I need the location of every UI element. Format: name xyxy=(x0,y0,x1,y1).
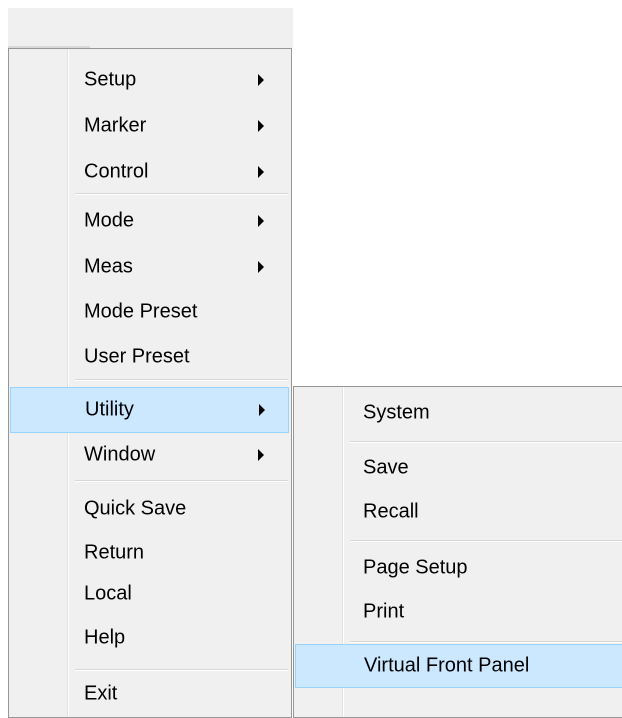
menu-item-setup[interactable]: Setup xyxy=(10,57,289,103)
submenu-separator xyxy=(350,540,622,542)
submenu-item-save[interactable]: Save xyxy=(295,446,622,490)
submenu-arrow-icon xyxy=(258,120,264,132)
menu-item-label: Local xyxy=(84,582,132,605)
menu-item-label: Help xyxy=(84,626,126,649)
submenu-item-virtual-front-panel[interactable]: Virtual Front Panel xyxy=(295,644,622,688)
utility-submenu: System Save Recall Page Setup Print Virt… xyxy=(293,386,622,718)
menu-item-label: Quick Save xyxy=(84,497,187,520)
menu-item-label: Return xyxy=(84,541,145,564)
submenu-item-system[interactable]: System xyxy=(295,391,622,435)
submenu-arrow-icon xyxy=(258,166,264,178)
submenu-item-label: Virtual Front Panel xyxy=(364,654,530,677)
menu-item-label: Mode xyxy=(84,209,135,232)
submenu-item-label: Page Setup xyxy=(363,556,468,579)
menu-item-label: Mode Preset xyxy=(84,300,198,323)
submenu-arrow-icon xyxy=(259,404,265,416)
menu-item-label: User Preset xyxy=(84,345,190,368)
context-menu: Setup Marker Control Mode Meas Mode Pres… xyxy=(8,48,292,718)
menu-item-label: Control xyxy=(84,160,149,183)
menu-item-quick-save[interactable]: Quick Save xyxy=(10,486,289,532)
menu-item-utility[interactable]: Utility xyxy=(10,387,289,433)
menu-item-label: Meas xyxy=(84,255,133,278)
menu-separator xyxy=(75,379,288,381)
menu-item-label: Exit xyxy=(84,682,118,705)
submenu-item-label: Recall xyxy=(363,500,419,523)
menu-item-control[interactable]: Control xyxy=(10,149,289,195)
submenu-separator xyxy=(350,641,622,643)
submenu-arrow-icon xyxy=(258,74,264,86)
submenu-separator xyxy=(350,441,622,443)
submenu-arrow-icon xyxy=(258,215,264,227)
submenu-item-label: Print xyxy=(363,600,405,623)
menu-item-meas[interactable]: Meas xyxy=(10,244,289,290)
submenu-item-recall[interactable]: Recall xyxy=(295,490,622,534)
menu-item-label: Utility xyxy=(85,398,134,421)
submenu-arrow-icon xyxy=(258,449,264,461)
menu-item-label: Window xyxy=(84,443,156,466)
menubar-tab[interactable] xyxy=(8,8,90,48)
menu-separator xyxy=(75,480,288,482)
menu-item-label: Setup xyxy=(84,68,137,91)
menu-item-exit[interactable]: Exit xyxy=(10,671,289,717)
menu-item-return[interactable]: Return xyxy=(10,530,289,576)
menu-item-local[interactable]: Local xyxy=(10,571,289,617)
submenu-item-label: System xyxy=(363,401,430,424)
submenu-item-label: Save xyxy=(363,456,409,479)
menu-item-marker[interactable]: Marker xyxy=(10,103,289,149)
menu-item-mode-preset[interactable]: Mode Preset xyxy=(10,289,289,335)
submenu-item-page-setup[interactable]: Page Setup xyxy=(295,546,622,590)
submenu-item-print[interactable]: Print xyxy=(295,590,622,634)
menu-item-label: Marker xyxy=(84,114,147,137)
menu-item-help[interactable]: Help xyxy=(10,615,289,661)
menu-separator xyxy=(75,193,288,195)
menu-item-user-preset[interactable]: User Preset xyxy=(10,334,289,380)
submenu-arrow-icon xyxy=(258,261,264,273)
menu-item-mode[interactable]: Mode xyxy=(10,198,289,244)
menu-item-window[interactable]: Window xyxy=(10,432,289,478)
